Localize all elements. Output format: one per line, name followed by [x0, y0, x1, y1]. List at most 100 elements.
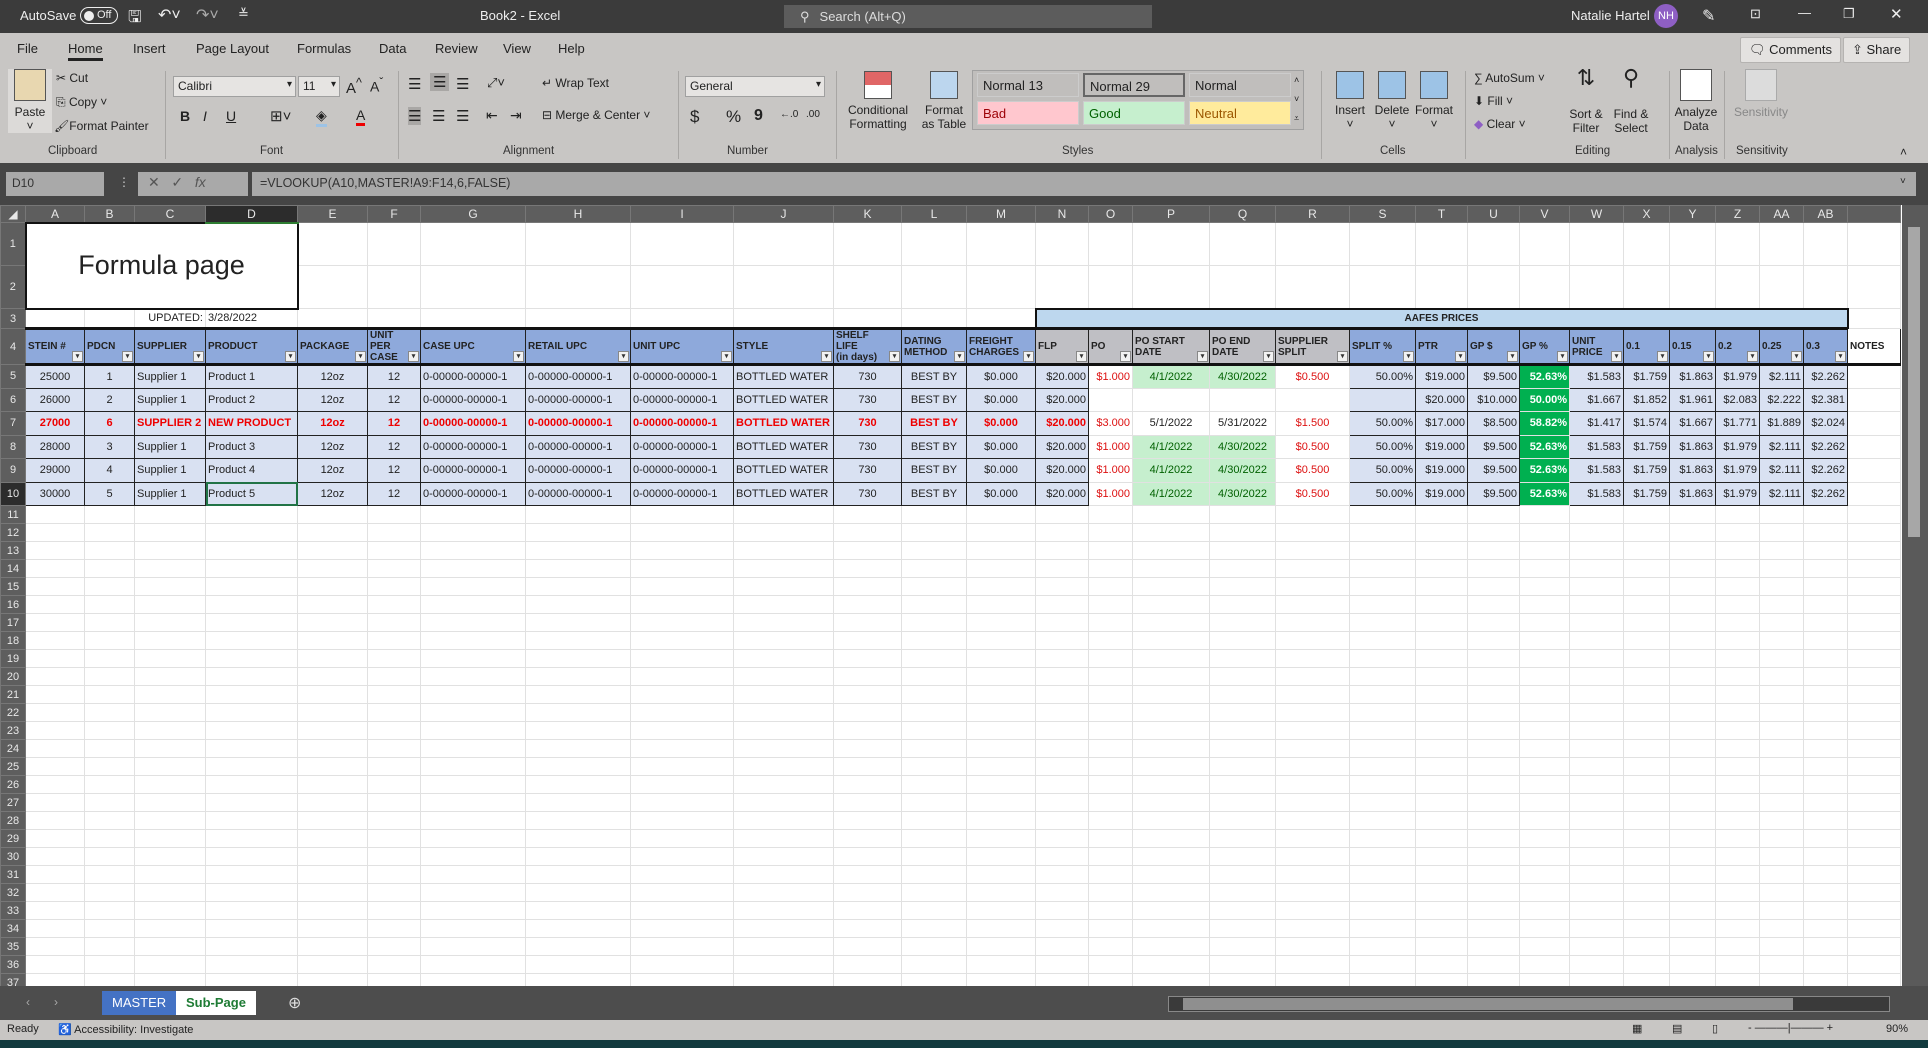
column-heading-po-end-date[interactable]: PO END DATE ▾: [1209, 327, 1276, 366]
cell[interactable]: BOTTLED WATER: [733, 364, 834, 389]
cell[interactable]: [420, 523, 526, 542]
cell[interactable]: [833, 595, 902, 614]
avatar[interactable]: NH: [1654, 4, 1678, 28]
cell[interactable]: [1759, 937, 1804, 956]
cell[interactable]: [84, 757, 135, 776]
row-header[interactable]: 36: [0, 955, 26, 974]
cell[interactable]: [1209, 739, 1276, 758]
row-header[interactable]: 8: [0, 434, 26, 459]
column-heading-0-2[interactable]: 0.2 ▾: [1715, 327, 1760, 366]
cell[interactable]: [1569, 222, 1624, 266]
cell[interactable]: [1275, 757, 1350, 776]
cell[interactable]: $2.111: [1759, 481, 1804, 506]
cell[interactable]: [1759, 613, 1804, 632]
cell[interactable]: [84, 577, 135, 596]
cell[interactable]: [297, 901, 368, 920]
gallery-scroll-icon[interactable]: ˄ ˅ ⩡: [1294, 71, 1299, 128]
cell[interactable]: 0-00000-00000-1: [525, 411, 631, 436]
cell[interactable]: [1275, 649, 1350, 668]
align-bottom-icon[interactable]: ☰: [456, 75, 469, 93]
cell[interactable]: [84, 631, 135, 650]
column-header[interactable]: A: [25, 205, 85, 223]
column-header[interactable]: Q: [1209, 205, 1276, 223]
cell[interactable]: [966, 721, 1036, 740]
cell[interactable]: 12oz: [297, 387, 368, 412]
cell[interactable]: [833, 703, 902, 722]
increase-font-icon[interactable]: A^: [346, 76, 362, 97]
cell[interactable]: 52.63%: [1519, 458, 1570, 483]
cell[interactable]: [367, 631, 421, 650]
cell[interactable]: [1275, 865, 1350, 884]
cell[interactable]: [1349, 829, 1416, 848]
cell[interactable]: [1669, 649, 1716, 668]
cell[interactable]: [1349, 595, 1416, 614]
cell[interactable]: [1349, 757, 1416, 776]
cell[interactable]: [1715, 829, 1760, 848]
prev-sheet-icon[interactable]: ‹: [26, 995, 30, 1009]
cell[interactable]: [901, 631, 967, 650]
cell[interactable]: [1623, 703, 1670, 722]
cell[interactable]: [1519, 865, 1570, 884]
cell[interactable]: [1669, 595, 1716, 614]
cell[interactable]: [1275, 505, 1350, 524]
cell[interactable]: [1275, 523, 1350, 542]
cell[interactable]: [1759, 901, 1804, 920]
cell[interactable]: 0-00000-00000-1: [525, 434, 631, 459]
cell[interactable]: [1467, 649, 1520, 668]
copy-button[interactable]: ⎘ Copy ˅: [56, 95, 107, 110]
filter-dropdown-icon[interactable]: ▾: [721, 351, 732, 362]
cell[interactable]: [84, 811, 135, 830]
cell[interactable]: 4/1/2022: [1132, 364, 1210, 389]
cell[interactable]: [966, 265, 1036, 309]
row-header[interactable]: 31: [0, 865, 26, 884]
cell[interactable]: [733, 937, 834, 956]
cell[interactable]: [1088, 631, 1133, 650]
row-header[interactable]: 27: [0, 793, 26, 812]
cell[interactable]: [1623, 739, 1670, 758]
cell[interactable]: [1569, 829, 1624, 848]
cell[interactable]: [1569, 757, 1624, 776]
column-header[interactable]: AA: [1759, 205, 1804, 223]
cell[interactable]: [1467, 883, 1520, 902]
updated-date[interactable]: 3/28/2022: [205, 308, 298, 329]
cell[interactable]: [134, 901, 206, 920]
row-header[interactable]: 28: [0, 811, 26, 830]
expand-formula-bar-icon[interactable]: ˅: [1900, 176, 1906, 187]
cell[interactable]: [1132, 721, 1210, 740]
cell[interactable]: 0-00000-00000-1: [420, 387, 526, 412]
column-header[interactable]: W: [1569, 205, 1624, 223]
cell[interactable]: [733, 865, 834, 884]
cell[interactable]: [733, 829, 834, 848]
cell[interactable]: [1519, 631, 1570, 650]
comments-button[interactable]: 🗨 Comments: [1740, 37, 1841, 63]
cell[interactable]: [84, 649, 135, 668]
cell[interactable]: [525, 937, 631, 956]
cell[interactable]: 12oz: [297, 364, 368, 389]
filter-dropdown-icon[interactable]: ▾: [1403, 351, 1414, 362]
cell[interactable]: [1349, 973, 1416, 986]
column-header[interactable]: B: [84, 205, 135, 223]
cell[interactable]: [1132, 793, 1210, 812]
row-header[interactable]: 7: [0, 411, 26, 436]
cell[interactable]: [1715, 955, 1760, 974]
cell[interactable]: [1349, 901, 1416, 920]
cell[interactable]: 730: [833, 458, 902, 483]
cell[interactable]: [525, 631, 631, 650]
cell[interactable]: BEST BY: [901, 387, 967, 412]
cell[interactable]: [966, 222, 1036, 266]
cell[interactable]: [833, 559, 902, 578]
cell[interactable]: [1415, 523, 1468, 542]
cell[interactable]: 0-00000-00000-1: [525, 387, 631, 412]
cell[interactable]: [1275, 739, 1350, 758]
column-header[interactable]: T: [1415, 205, 1468, 223]
font-color-icon[interactable]: A: [356, 107, 366, 126]
column-heading-0-15[interactable]: 0.15 ▾: [1669, 327, 1716, 366]
cell[interactable]: [1803, 739, 1848, 758]
cell[interactable]: [367, 937, 421, 956]
column-header[interactable]: P: [1132, 205, 1210, 223]
cell[interactable]: [297, 919, 368, 938]
cell[interactable]: [1415, 775, 1468, 794]
cell[interactable]: [630, 829, 734, 848]
cell[interactable]: 12oz: [297, 481, 368, 506]
cell[interactable]: $9.500: [1467, 481, 1520, 506]
